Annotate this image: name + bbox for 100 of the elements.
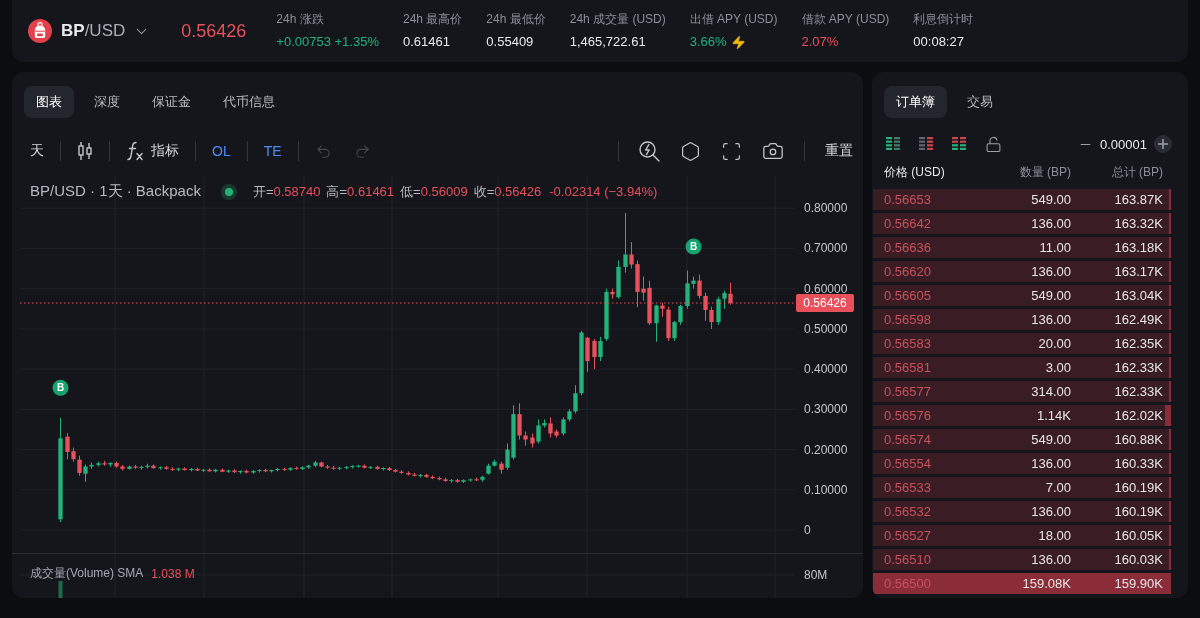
total-cell: 160.88K — [1114, 432, 1163, 447]
total-cell: 160.05K — [1114, 528, 1163, 543]
stat-label: 利息倒计时 — [913, 11, 974, 27]
total-cell: 162.35K — [1114, 336, 1163, 351]
amount-cell: 136.00 — [1031, 456, 1071, 471]
chart-tab[interactable]: 图表 — [24, 86, 74, 118]
chart-tab[interactable]: 深度 — [82, 86, 132, 118]
amount-cell: 159.08K — [1022, 576, 1071, 591]
order-row[interactable]: 0.56510 136.00 160.03K — [873, 549, 1171, 570]
pair-selector[interactable]: BP/USD — [61, 21, 126, 41]
annotation: B — [56, 382, 65, 394]
total-cell: 160.33K — [1114, 456, 1163, 471]
hexagon-icon[interactable] — [680, 140, 701, 162]
stat-label: 24h 最低价 — [486, 11, 546, 27]
order-row[interactable]: 0.56581 3.00 162.33K — [873, 357, 1171, 378]
ohlc-readout: 收=0.56426 — [473, 182, 542, 201]
price-cell: 0.56577 — [884, 384, 931, 399]
amount-cell: 3.00 — [1045, 360, 1071, 375]
total-cell: 163.04K — [1114, 288, 1163, 303]
ohlc-readout: 低=0.56009 — [400, 182, 468, 201]
tick-size-value: 0.00001 — [1100, 136, 1147, 152]
backpack-icon — [28, 19, 52, 43]
price-cell: 0.56532 — [884, 504, 931, 519]
magnifier-icon[interactable] — [639, 140, 660, 162]
order-row[interactable]: 0.56554 136.00 160.33K — [873, 453, 1171, 474]
price-axis-label: 0.40000 — [804, 362, 848, 377]
fullscreen-icon[interactable] — [721, 140, 742, 162]
price-cell: 0.56636 — [884, 240, 931, 255]
price-cell: 0.56605 — [884, 288, 931, 303]
reset-button[interactable]: 重置 — [825, 142, 853, 160]
order-row[interactable]: 0.56533 7.00 160.19K — [873, 477, 1171, 498]
price-cell: 0.56527 — [884, 528, 931, 543]
price-axis-label: 0 — [804, 523, 811, 538]
total-cell: 162.49K — [1114, 312, 1163, 327]
amount-cell: 1.14K — [1037, 408, 1071, 423]
interval-button[interactable]: 天 — [30, 142, 44, 160]
order-row[interactable]: 0.56583 20.00 162.35K — [873, 333, 1171, 354]
volume-axis-label: 80M — [804, 568, 828, 582]
total-cell: 160.03K — [1114, 552, 1163, 567]
amount-cell: 549.00 — [1031, 432, 1071, 447]
candlestick-icon[interactable] — [77, 141, 93, 161]
amount-cell: 136.00 — [1031, 552, 1071, 567]
price-cell: 0.56581 — [884, 360, 931, 375]
trade-marker: B — [685, 238, 702, 255]
order-row[interactable]: 0.56500 159.08K 159.90K — [873, 573, 1171, 594]
book-tab[interactable]: 订单簿 — [884, 86, 947, 118]
price-axis-label: 0.50000 — [804, 321, 848, 336]
amount-cell: 11.00 — [1039, 240, 1071, 255]
order-row[interactable]: 0.56598 136.00 162.49K — [873, 309, 1171, 330]
order-row[interactable]: 0.56527 18.00 160.05K — [873, 525, 1171, 546]
order-row[interactable]: 0.56532 136.00 160.19K — [873, 501, 1171, 522]
order-row[interactable]: 0.56576 1.14K 162.02K — [873, 405, 1171, 426]
price-axis-label: 0.80000 — [804, 201, 848, 216]
ref-line-label: 0.56426 — [803, 296, 848, 311]
chart-tab[interactable]: 代币信息 — [211, 86, 287, 118]
amount-cell: 20.00 — [1038, 336, 1071, 351]
annotation: B — [689, 241, 698, 253]
order-row[interactable]: 0.56636 11.00 163.18K — [873, 237, 1171, 258]
stripes-icon[interactable] — [952, 137, 966, 151]
order-row[interactable]: 0.56642 136.00 163.32K — [873, 213, 1171, 234]
stat-label: 24h 最高价 — [403, 11, 463, 27]
indicators-button[interactable]: 指标 — [126, 141, 179, 161]
price-cell: 0.56510 — [884, 552, 931, 567]
total-cell: 160.19K — [1114, 480, 1163, 495]
chart-title: BP/USD · 1天 · Backpack — [30, 182, 201, 201]
price-cell: 0.56500 — [884, 576, 931, 591]
chart-tab[interactable]: 保证金 — [140, 86, 203, 118]
stat-label: 借款 APY (USD) — [801, 11, 890, 27]
stat-label: 出借 APY (USD) — [689, 11, 778, 27]
stat-value: 0.55409 — [486, 33, 534, 51]
shortcut-button[interactable]: TE — [263, 143, 282, 159]
column-header: 数量 (BP) — [1019, 163, 1071, 181]
book-tab[interactable]: 交易 — [955, 86, 1005, 118]
amount-cell: 18.00 — [1038, 528, 1071, 543]
amount-cell: 314.00 — [1031, 384, 1071, 399]
price-cell: 0.56574 — [884, 432, 931, 447]
price-axis-label: 0.30000 — [804, 402, 848, 417]
stat-label: 24h 涨跌 — [276, 11, 325, 27]
camera-icon[interactable] — [762, 140, 784, 162]
last-price-tag: 0.56426 — [796, 294, 854, 313]
order-row[interactable]: 0.56653 549.00 163.87K — [873, 189, 1171, 210]
plus-icon[interactable] — [1154, 135, 1172, 153]
price-cell: 0.56583 — [884, 336, 931, 351]
total-cell: 163.32K — [1114, 216, 1163, 231]
stripes-icon[interactable] — [886, 137, 900, 151]
stat-value: 00:08:27 — [913, 33, 964, 51]
order-row[interactable]: 0.56605 549.00 163.04K — [873, 285, 1171, 306]
stat-value: +0.00753 +1.35% — [276, 33, 379, 51]
shortcut-button[interactable]: OL — [212, 143, 231, 159]
volume-bar — [58, 581, 63, 598]
padlock-icon[interactable] — [985, 135, 1002, 153]
volume-sma-value: 1.038 M — [151, 566, 195, 581]
price-cell: 0.56620 — [884, 264, 931, 279]
total-cell: 159.90K — [1114, 576, 1163, 591]
order-row[interactable]: 0.56577 314.00 162.33K — [873, 381, 1171, 402]
order-row[interactable]: 0.56574 549.00 160.88K — [873, 429, 1171, 450]
stripes-icon[interactable] — [919, 137, 933, 151]
price-cell: 0.56576 — [884, 408, 931, 423]
last-price: 0.56426 — [181, 20, 247, 42]
order-row[interactable]: 0.56620 136.00 163.17K — [873, 261, 1171, 282]
